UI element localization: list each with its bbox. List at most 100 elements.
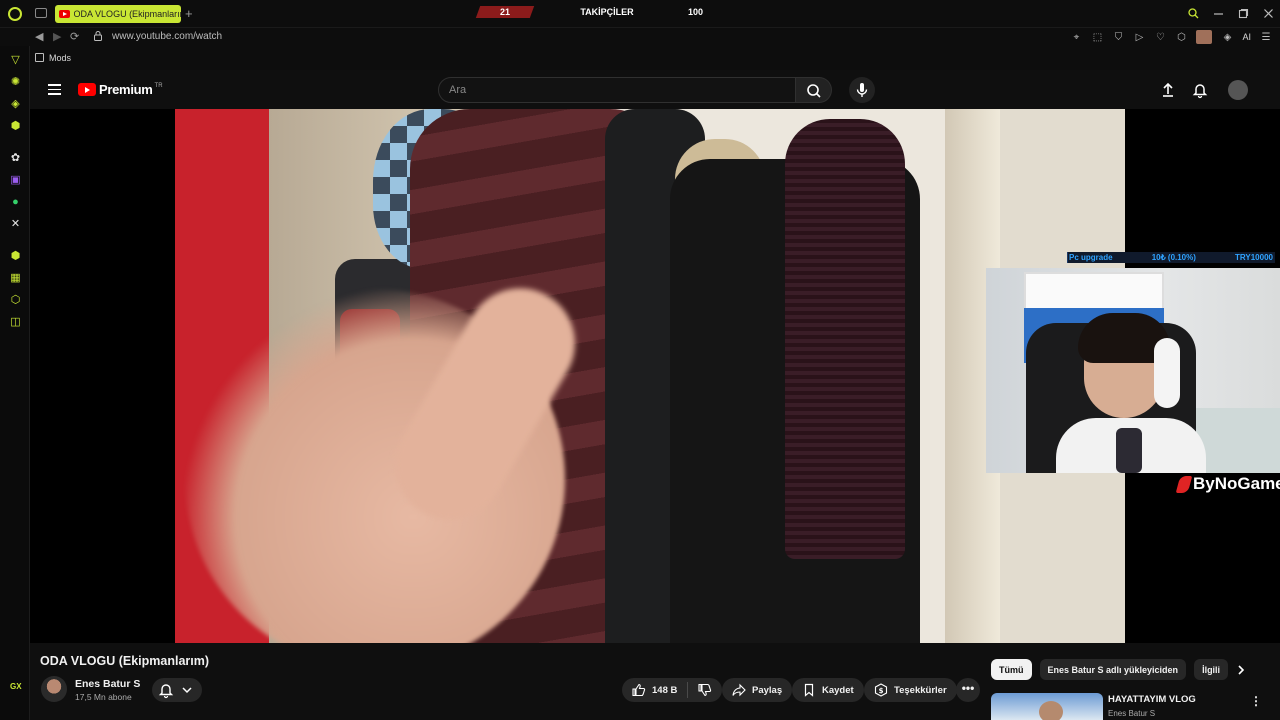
mods-icon xyxy=(35,53,44,62)
sponsor-text: ByNoGame xyxy=(1193,474,1280,493)
gx-settings-icon[interactable]: ◫ xyxy=(9,316,22,329)
recommendation-channel[interactable]: Enes Batur S xyxy=(1108,709,1155,718)
gx-cleaner-icon[interactable]: ◈ xyxy=(9,98,22,111)
minimize-icon[interactable] xyxy=(1213,8,1224,19)
whatsapp-icon[interactable]: ● xyxy=(9,196,22,209)
bookmarks-bar: Mods xyxy=(0,46,1280,70)
screen: ODA VLOGU (Ekipmanlarım) + 21 TAKİPÇİLER… xyxy=(0,0,1280,720)
microphone xyxy=(1116,428,1142,473)
recommendation-menu-icon[interactable]: ⋮ xyxy=(1250,694,1262,708)
more-actions-button[interactable]: ••• xyxy=(956,678,980,702)
gx-games-icon[interactable]: ▦ xyxy=(9,272,22,285)
twitch-icon[interactable]: ▣ xyxy=(9,174,22,187)
heart-icon[interactable]: ♡ xyxy=(1154,32,1166,43)
voice-search-button[interactable] xyxy=(849,77,875,103)
goal-target: TRY10000 xyxy=(1235,253,1273,262)
search-button[interactable] xyxy=(796,77,832,103)
recommendation-thumbnail[interactable] xyxy=(991,693,1103,720)
logo-text: Premium xyxy=(99,82,153,97)
gx-sidebar: ▽ ✺ ◈ ⬢ ✿ ▣ ● ✕ ⬢ ▦ ⬡ ◫ GX xyxy=(0,46,30,720)
url-field[interactable]: www.youtube.com/watch xyxy=(112,31,222,42)
extension-cube-icon[interactable]: ⬡ xyxy=(1175,32,1187,43)
microphone-icon xyxy=(856,83,868,97)
bynogame-logo-icon xyxy=(1175,475,1193,493)
opera-gx-logo-icon[interactable] xyxy=(8,7,22,21)
thumbnail-face xyxy=(1039,701,1063,720)
thanks-label: Teşekkürler xyxy=(894,684,947,696)
goal-label: Pc upgrade xyxy=(1069,253,1113,262)
snapshot-icon[interactable]: ⬚ xyxy=(1091,32,1103,43)
profile-avatar[interactable] xyxy=(1196,30,1213,44)
tab-title: ODA VLOGU (Ekipmanlarım) xyxy=(73,9,181,19)
vpn-icon[interactable]: ◈ xyxy=(1221,32,1233,43)
country-code: TR xyxy=(154,82,163,89)
share-button[interactable]: Paylaş xyxy=(722,678,793,702)
reload-icon[interactable]: ⟳ xyxy=(70,30,79,43)
forward-icon[interactable]: ▶ xyxy=(53,30,61,43)
youtube-favicon-icon xyxy=(59,10,70,18)
webcam-bed xyxy=(1196,408,1280,473)
close-icon[interactable] xyxy=(1263,8,1274,19)
save-label: Kaydet xyxy=(822,684,854,696)
bookmark-mods[interactable]: Mods xyxy=(49,53,71,63)
upload-icon[interactable] xyxy=(1159,81,1177,99)
subscriber-count: 17,5 Mn abone xyxy=(75,692,132,702)
goal-progress-text: 10₺ (0.10%) xyxy=(1151,253,1196,262)
pin-icon[interactable]: ⌖ xyxy=(1070,32,1082,43)
bookmark-icon xyxy=(804,683,814,697)
channel-avatar[interactable] xyxy=(41,676,67,702)
youtube-logo[interactable]: Premium TR xyxy=(78,82,163,97)
like-count[interactable]: 148 B xyxy=(652,685,677,696)
chip-related[interactable]: İlgili xyxy=(1194,659,1229,680)
ai-button[interactable]: AI xyxy=(1242,32,1251,42)
headset xyxy=(1154,338,1180,408)
recommendation-filter-chips: Tümü Enes Batur S adlı yükleyiciden İlgi… xyxy=(991,659,1229,680)
knit-sweater xyxy=(785,119,905,559)
easy-setup-icon[interactable]: ☰ xyxy=(1260,32,1272,43)
tab-menu-icon[interactable] xyxy=(35,8,47,18)
gx-mods-icon[interactable]: ⬢ xyxy=(9,250,22,263)
follower-label: TAKİPÇİLER xyxy=(580,6,634,17)
thumbs-down-icon[interactable] xyxy=(698,683,712,697)
restore-icon[interactable] xyxy=(1238,8,1249,19)
follower-target: 100 xyxy=(688,6,704,17)
chevron-right-icon[interactable] xyxy=(1236,664,1246,679)
sponsor-logo: ByNoGame xyxy=(1175,474,1280,494)
address-bar: ◀ ▶ ⟳ www.youtube.com/watch ⌖ ⬚ ⛉ ▷ ♡ ⬡ … xyxy=(0,28,1280,46)
chip-all[interactable]: Tümü xyxy=(991,659,1032,680)
shield-icon[interactable]: ⛉ xyxy=(1112,32,1124,43)
new-tab-button[interactable]: + xyxy=(185,6,193,21)
follower-goal-bar: 21 TAKİPÇİLER 100 xyxy=(475,4,709,19)
search-icon xyxy=(807,84,821,98)
menu-icon[interactable] xyxy=(48,84,61,95)
search-box xyxy=(438,77,796,103)
recommendation-title[interactable]: HAYATTAYIM VLOG xyxy=(1108,694,1196,705)
bell-chevron-icon xyxy=(158,684,192,699)
search-icon[interactable] xyxy=(1188,8,1199,19)
gx-corner-icon[interactable]: ✺ xyxy=(9,76,22,89)
video-frame xyxy=(175,109,1125,643)
back-icon[interactable]: ◀ xyxy=(35,30,43,43)
share-icon xyxy=(732,683,746,697)
play-icon[interactable]: ▷ xyxy=(1133,32,1145,43)
save-button[interactable]: Kaydet xyxy=(792,678,864,702)
gx-hex-icon[interactable]: ⬢ xyxy=(9,120,22,133)
x-twitter-icon[interactable]: ✕ xyxy=(9,218,22,231)
channel-name[interactable]: Enes Batur S xyxy=(75,678,140,690)
thumbs-up-icon[interactable] xyxy=(632,683,646,697)
gx-control-icon[interactable]: ▽ xyxy=(9,54,22,67)
follower-current: 21 xyxy=(475,5,535,18)
svg-text:$: $ xyxy=(879,687,884,695)
gx-store-icon[interactable]: ⬡ xyxy=(9,294,22,307)
gx-label: GX xyxy=(10,682,22,691)
youtube-header: Premium TR xyxy=(30,70,1280,110)
chip-from-uploader[interactable]: Enes Batur S adlı yükleyiciden xyxy=(1039,659,1187,680)
notifications-bell-icon[interactable] xyxy=(1191,81,1209,99)
subscription-bell-button[interactable] xyxy=(152,678,202,702)
user-avatar[interactable] xyxy=(1228,80,1248,100)
thanks-button[interactable]: $ Teşekkürler xyxy=(864,678,957,702)
like-divider xyxy=(687,682,689,698)
chatgpt-icon[interactable]: ✿ xyxy=(9,152,22,165)
search-input[interactable] xyxy=(439,78,795,102)
browser-tab-active[interactable]: ODA VLOGU (Ekipmanlarım) xyxy=(55,5,181,23)
